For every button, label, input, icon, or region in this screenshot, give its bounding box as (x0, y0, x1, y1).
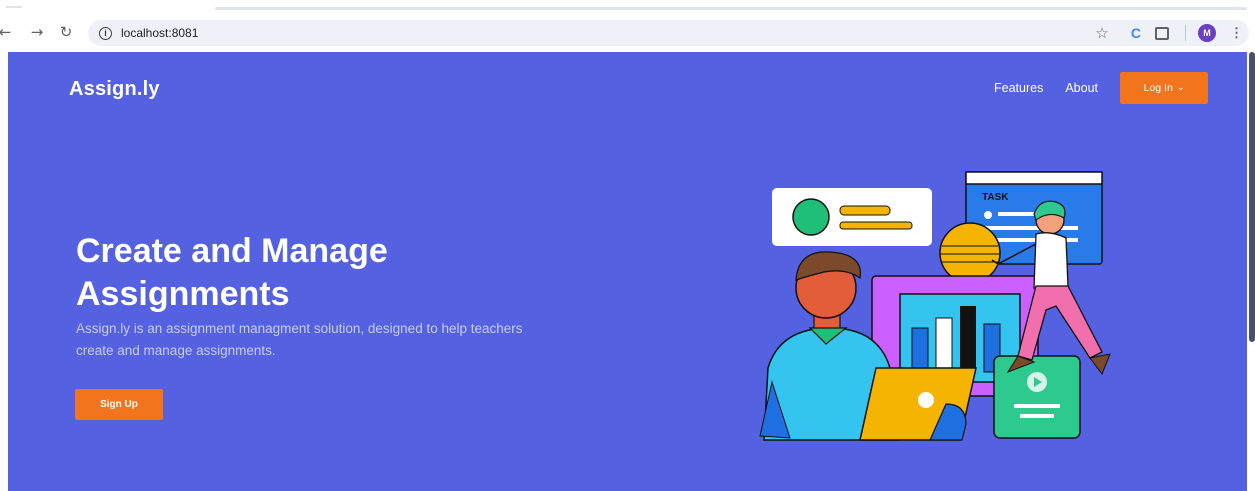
hero-subtitle: Assign.ly is an assignment managment sol… (76, 321, 523, 358)
tab-bar-line (215, 7, 1247, 10)
login-label: Log In (1143, 82, 1173, 94)
forward-icon[interactable]: → (26, 21, 48, 43)
back-icon[interactable]: ← (0, 21, 16, 43)
signup-button[interactable]: Sign Up (75, 389, 163, 420)
hero-title: Create and Manage Assignments (76, 232, 388, 313)
kebab-menu-icon[interactable]: ⋮ (1230, 25, 1243, 41)
nav-about-link[interactable]: About (1065, 81, 1098, 95)
landing-page: Assign.ly Features About Log In ⌄ Create… (8, 52, 1247, 491)
browser-toolbar: ← → ↻ i localhost:8081 ☆ C M ⋮ (0, 14, 1255, 52)
extension-c-icon[interactable]: C (1131, 25, 1141, 41)
avatar[interactable]: M (1198, 24, 1216, 42)
login-button[interactable]: Log In ⌄ (1120, 72, 1208, 104)
nav-features-link[interactable]: Features (994, 81, 1043, 95)
reload-icon[interactable]: ↻ (55, 21, 77, 43)
toolbar-divider (1185, 25, 1186, 41)
task-label: TASK (982, 192, 1009, 203)
sun-graphic (939, 222, 1001, 284)
hero-illustration: TASK (759, 171, 1111, 441)
top-nav: Features About Log In ⌄ (994, 72, 1208, 104)
star-icon[interactable]: ☆ (1095, 24, 1108, 42)
profile-card-graphic (772, 188, 932, 246)
tab-strip (0, 0, 1255, 14)
puzzle-icon[interactable] (1155, 26, 1169, 40)
address-bar[interactable]: i localhost:8081 ☆ C M ⋮ (88, 20, 1249, 46)
page-scrollbar[interactable] (1249, 52, 1255, 342)
info-icon[interactable]: i (99, 26, 112, 40)
chevron-down-icon: ⌄ (1176, 83, 1185, 93)
brand-logo[interactable]: Assign.ly (69, 78, 160, 101)
tab-edge (6, 6, 22, 8)
video-card-graphic (993, 355, 1081, 439)
laptop-graphic (859, 367, 977, 441)
url-text[interactable]: localhost:8081 (121, 26, 198, 40)
